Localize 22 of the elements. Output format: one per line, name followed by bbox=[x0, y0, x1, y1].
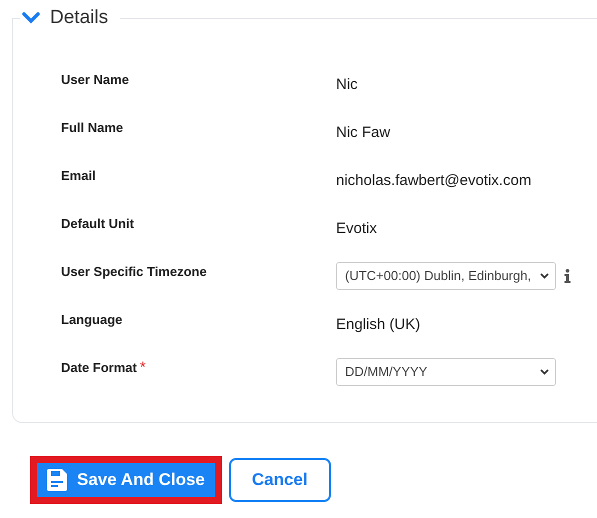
field-label: Date Format bbox=[61, 360, 137, 376]
field-value: nicholas.fawbert@evotix.com bbox=[336, 171, 532, 190]
info-icon[interactable] bbox=[564, 269, 571, 283]
field-label: Default Unit bbox=[61, 216, 134, 232]
field-value: Nic bbox=[336, 75, 358, 94]
save-button[interactable]: Save And Close bbox=[37, 463, 215, 497]
field-value: Evotix bbox=[336, 219, 377, 238]
field-label: User Specific Timezone bbox=[61, 264, 207, 280]
cancel-button[interactable]: Cancel bbox=[228, 458, 331, 502]
chevron-down-icon bbox=[540, 273, 549, 279]
chevron-down-icon bbox=[540, 369, 549, 375]
field-label: Email bbox=[61, 168, 96, 184]
dropdown-field[interactable]: DD/MM/YYYY bbox=[336, 358, 556, 386]
section-title: Details bbox=[50, 6, 108, 30]
dropdown-field[interactable]: (UTC+00:00) Dublin, Edinburgh, bbox=[336, 262, 556, 290]
field-label: Full Name bbox=[61, 120, 124, 136]
field-label: Language bbox=[61, 312, 122, 328]
field-value: English (UK) bbox=[336, 315, 420, 334]
field-label: User Name bbox=[61, 72, 129, 88]
chevron-down-icon[interactable] bbox=[22, 12, 40, 24]
field-value: Nic Faw bbox=[336, 123, 390, 142]
required-mark: * bbox=[140, 360, 146, 376]
